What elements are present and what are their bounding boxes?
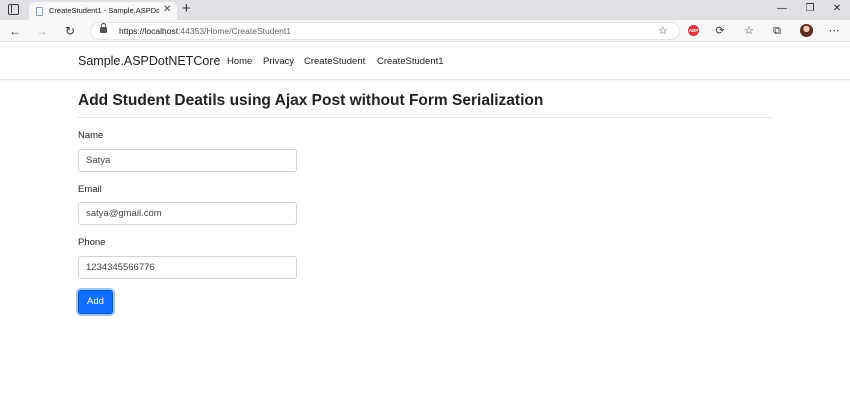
new-tab-icon[interactable]: + (182, 0, 191, 18)
phone-label: Phone (78, 237, 106, 248)
name-input[interactable] (78, 149, 297, 172)
title-divider (78, 117, 773, 118)
favorites-icon[interactable]: ☆ (741, 23, 757, 39)
tab-strip: CreateStudent1 - Sample.ASPDotNETCore ✕ … (0, 0, 850, 20)
collections-icon[interactable]: ⧉ (769, 23, 785, 39)
email-label: Email (78, 184, 102, 195)
name-label: Name (78, 130, 104, 141)
browser-tab[interactable]: CreateStudent1 - Sample.ASPDotNETCore ✕ (29, 2, 177, 20)
email-input[interactable] (78, 202, 297, 225)
page-icon (36, 7, 43, 16)
favorite-star-icon[interactable]: ☆ (658, 24, 668, 38)
address-bar[interactable]: https://localhost:44353/Home/CreateStude… (90, 22, 680, 40)
add-button[interactable]: Add (78, 290, 113, 314)
close-window-icon[interactable]: ✕ (829, 1, 845, 17)
url-text[interactable]: https://localhost:44353/Home/CreateStude… (119, 25, 291, 37)
browser-toolbar: ← → ↻ https://localhost:44353/Home/Creat… (0, 20, 850, 42)
extensions-icon[interactable]: ⟳ (712, 23, 728, 39)
tab-actions-icon[interactable] (8, 4, 19, 15)
restore-icon[interactable]: ❐ (802, 1, 818, 17)
tab-title: CreateStudent1 - Sample.ASPDotNETCore (49, 6, 159, 15)
brand-link[interactable]: Sample.ASPDotNETCore (78, 54, 220, 69)
page-title: Add Student Deatils using Ajax Post with… (78, 92, 544, 109)
nav-link-privacy[interactable]: Privacy (263, 56, 294, 68)
lock-icon[interactable] (100, 23, 107, 33)
more-options-icon[interactable]: ⋯ (826, 23, 842, 39)
close-tab-icon[interactable]: ✕ (163, 4, 171, 16)
forward-arrow-icon[interactable]: → (34, 22, 50, 40)
minimize-icon[interactable]: — (774, 1, 790, 17)
back-arrow-icon[interactable]: ← (7, 22, 23, 40)
adblock-extension-icon[interactable]: ABP (688, 25, 699, 36)
nav-link-createstudent1[interactable]: CreateStudent1 (377, 56, 444, 68)
profile-avatar[interactable] (800, 24, 813, 37)
refresh-icon[interactable]: ↻ (62, 22, 78, 40)
nav-link-createstudent[interactable]: CreateStudent (304, 56, 365, 68)
phone-input[interactable] (78, 256, 297, 279)
site-navbar: Sample.ASPDotNETCore Home Privacy Create… (0, 43, 850, 80)
nav-link-home[interactable]: Home (227, 56, 252, 68)
